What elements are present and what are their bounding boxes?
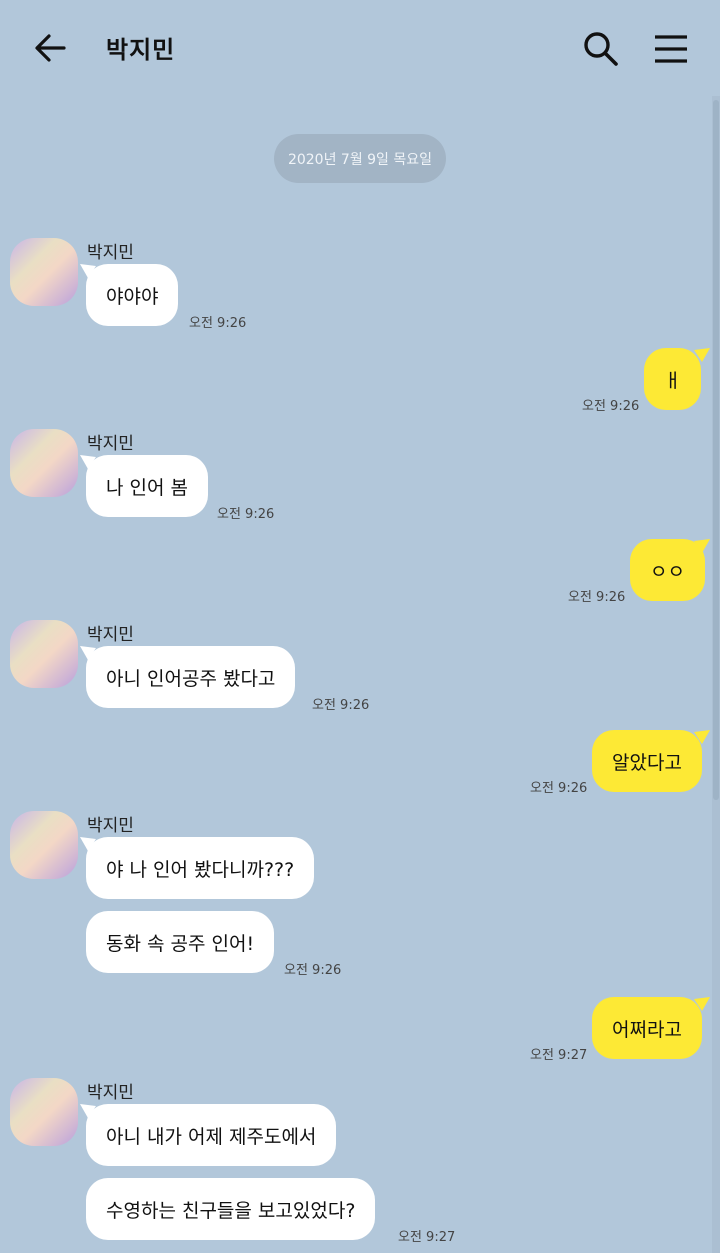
hamburger-menu-icon [655, 35, 687, 63]
avatar[interactable] [10, 1078, 78, 1146]
search-button[interactable] [578, 26, 624, 72]
message-time: 오전 9:26 [217, 507, 275, 522]
avatar[interactable] [10, 429, 78, 497]
message-bubble[interactable]: ㅇㅇ [630, 539, 705, 601]
message-time: 오전 9:26 [189, 316, 247, 331]
message-time: 오전 9:26 [284, 963, 342, 978]
back-button[interactable] [28, 28, 72, 68]
sender-name: 박지민 [87, 434, 134, 454]
message-time: 오전 9:27 [530, 1048, 588, 1063]
message-bubble[interactable]: 아니 인어공주 봤다고 [86, 646, 296, 708]
sender-name: 박지민 [87, 243, 134, 263]
chat-title: 박지민 [106, 36, 176, 64]
message-bubble[interactable]: 동화 속 공주 인어! [86, 911, 275, 973]
date-divider: 2020년 7월 9일 목요일 [274, 134, 446, 183]
avatar[interactable] [10, 811, 78, 879]
chat-header: 박지민 [0, 0, 720, 96]
message-time: 오전 9:26 [568, 590, 626, 605]
arrow-left-icon [35, 34, 66, 62]
message-bubble[interactable]: 아니 내가 어제 제주도에서 [86, 1104, 337, 1166]
message-bubble[interactable]: ㅐ [644, 348, 702, 410]
message-time: 오전 9:26 [312, 698, 370, 713]
message-time: 오전 9:27 [398, 1230, 456, 1245]
sender-name: 박지민 [87, 1083, 134, 1103]
message-time: 오전 9:26 [582, 399, 640, 414]
message-bubble[interactable]: 야야야 [86, 264, 179, 326]
menu-button[interactable] [648, 26, 694, 72]
message-time: 오전 9:26 [530, 781, 588, 796]
message-bubble[interactable]: 야 나 인어 봤다니까??? [86, 837, 315, 899]
sender-name: 박지민 [87, 816, 134, 836]
avatar[interactable] [10, 620, 78, 688]
message-bubble[interactable]: 어쩌라고 [592, 997, 702, 1059]
sender-name: 박지민 [87, 625, 134, 645]
message-bubble[interactable]: 수영하는 친구들을 보고있었다? [86, 1178, 376, 1240]
scrollbar-thumb[interactable] [713, 100, 719, 800]
avatar[interactable] [10, 238, 78, 306]
search-icon [584, 32, 618, 66]
message-bubble[interactable]: 나 인어 봄 [86, 455, 208, 517]
message-bubble[interactable]: 알았다고 [592, 730, 702, 792]
